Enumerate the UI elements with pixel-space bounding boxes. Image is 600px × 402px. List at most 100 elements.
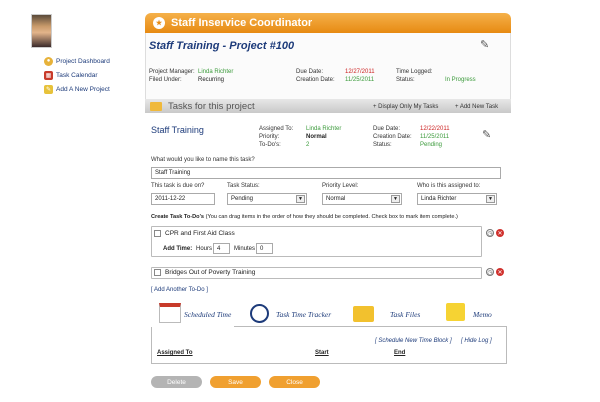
hide-log-link[interactable]: [ Hide Log ] (461, 338, 492, 344)
task-name-value: Staff Training (155, 170, 191, 176)
calendar-icon: ▦ (44, 70, 53, 80)
edit-task-icon[interactable]: ✎ (482, 128, 491, 141)
task-created-value: 11/25/2011 (420, 134, 450, 140)
project-created-value: 11/25/2011 (345, 77, 375, 83)
clock-icon[interactable]: ◷ (486, 229, 494, 237)
todo-checkbox[interactable] (154, 230, 161, 237)
todos-heading: Create Task To-Do's (151, 214, 205, 220)
tab-scheduled-time[interactable]: Scheduled Time (184, 310, 231, 319)
clock-icon[interactable]: ◷ (486, 268, 494, 276)
tab-task-files[interactable]: Task Files (390, 310, 420, 319)
todo-label: CPR and First Aid Class (165, 230, 235, 237)
hours-input[interactable]: 4 (213, 243, 230, 254)
dashboard-icon: ● (44, 56, 53, 66)
project-created-label: Creation Date: (296, 77, 335, 83)
assigned-to-field-label: Who is this assigned to: (417, 183, 481, 189)
app-title: Staff Inservice Coordinator (171, 17, 313, 29)
add-time-label: Add Time: (163, 246, 193, 252)
filed-under-label: Filed Under: (149, 77, 182, 83)
task-status-field-label: Task Status: (227, 183, 260, 189)
assigned-to-select[interactable]: Linda Richter ▼ (417, 193, 497, 205)
project-status-value: In Progress (445, 77, 476, 83)
chevron-down-icon: ▼ (486, 195, 495, 203)
nav-label: Project Dashboard (56, 57, 110, 65)
task-status-value: Pending (420, 142, 443, 148)
delete-button-label: Delete (167, 378, 186, 386)
col-start: Start (315, 350, 329, 356)
app-logo-icon: ★ (153, 17, 165, 29)
calendar-icon (159, 303, 181, 323)
delete-button[interactable]: Delete (151, 376, 202, 388)
task-status-select[interactable]: Pending ▼ (227, 193, 307, 205)
hours-value: 4 (217, 245, 221, 252)
delete-todo-icon[interactable]: ✕ (496, 268, 504, 276)
project-due-value: 12/27/2011 (345, 69, 375, 75)
project-manager-label: Project Manager: (149, 69, 195, 75)
chevron-down-icon: ▼ (296, 195, 305, 203)
time-logged-label: Time Logged: (396, 69, 433, 75)
priority-level-label: Priority Level: (322, 183, 359, 189)
task-name-input[interactable]: Staff Training (151, 167, 501, 179)
display-my-tasks-link[interactable]: + Display Only My Tasks (373, 104, 438, 110)
assigned-to-label: Assigned To: (259, 126, 294, 132)
add-project-icon: ✎ (44, 84, 53, 94)
todos-heading-row: Create Task To-Do's (You can drag items … (151, 214, 458, 220)
due-date-value: 2011-12-22 (155, 196, 186, 202)
edit-project-icon[interactable]: ✎ (480, 38, 489, 51)
todos-count-value: 2 (306, 142, 310, 148)
project-status-label: Status: (396, 77, 415, 83)
project-title: Staff Training - Project #100 (149, 40, 295, 52)
filed-under-value: Recurring (198, 77, 225, 83)
scheduled-time-panel (151, 326, 507, 364)
task-status-label: Status: (373, 142, 392, 148)
close-button[interactable]: Close (269, 376, 320, 388)
close-button-label: Close (286, 378, 303, 386)
user-avatar (31, 14, 52, 48)
schedule-time-block-link[interactable]: [ Schedule New Time Block ] (375, 338, 452, 344)
nav-task-calendar[interactable]: ▦ Task Calendar (44, 70, 98, 80)
hours-label: Hours (196, 246, 213, 252)
clock-icon (250, 304, 269, 323)
todo-checkbox[interactable] (154, 269, 161, 276)
save-button[interactable]: Save (210, 376, 261, 388)
tab-memo[interactable]: Memo (473, 310, 492, 319)
add-new-task-link[interactable]: + Add New Task (455, 104, 498, 110)
sticky-note-icon (446, 303, 465, 321)
task-name-question: What would you like to name this task? (151, 157, 255, 163)
task-due-value: 12/22/2011 (420, 126, 450, 132)
priority-level-selected: Normal (326, 196, 346, 202)
col-assigned-to: Assigned To (157, 350, 193, 356)
todos-count-label: To-Do's: (259, 142, 281, 148)
todo-label: Bridges Out of Poverty Training (165, 269, 256, 276)
add-todo-link[interactable]: [ Add Another To-Do ] (151, 287, 208, 293)
priority-value: Normal (306, 134, 327, 140)
task-due-label: Due Date: (373, 126, 401, 132)
nav-project-dashboard[interactable]: ● Project Dashboard (44, 56, 110, 66)
assigned-to-value: Linda Richter (306, 126, 342, 132)
active-tab-gap (151, 325, 234, 327)
priority-label: Priority: (259, 134, 280, 140)
folder-icon (353, 306, 374, 322)
minutes-value: 0 (260, 245, 264, 252)
task-status-selected: Pending (231, 196, 254, 202)
due-date-input[interactable]: 2011-12-22 (151, 193, 215, 205)
chevron-down-icon: ▼ (391, 195, 400, 203)
minutes-label: Minutes (234, 246, 256, 252)
task-title: Staff Training (151, 125, 204, 135)
tasks-section-title: Tasks for this project (168, 100, 255, 112)
minutes-input[interactable]: 0 (256, 243, 273, 254)
col-end: End (394, 350, 406, 356)
delete-todo-icon[interactable]: ✕ (496, 229, 504, 237)
project-due-label: Due Date: (296, 69, 324, 75)
app-header: ★ Staff Inservice Coordinator (145, 13, 511, 33)
todos-hint: (You can drag items in the order of how … (205, 214, 458, 220)
due-question: This task is due on? (151, 183, 205, 189)
tab-task-time-tracker[interactable]: Task Time Tracker (276, 310, 331, 319)
save-button-label: Save (228, 378, 243, 386)
task-created-label: Creation Date: (373, 134, 412, 140)
nav-label: Task Calendar (56, 71, 98, 79)
nav-label: Add A New Project (56, 85, 110, 93)
folder-icon (150, 101, 162, 111)
nav-add-project[interactable]: ✎ Add A New Project (44, 84, 110, 94)
priority-level-select[interactable]: Normal ▼ (322, 193, 402, 205)
